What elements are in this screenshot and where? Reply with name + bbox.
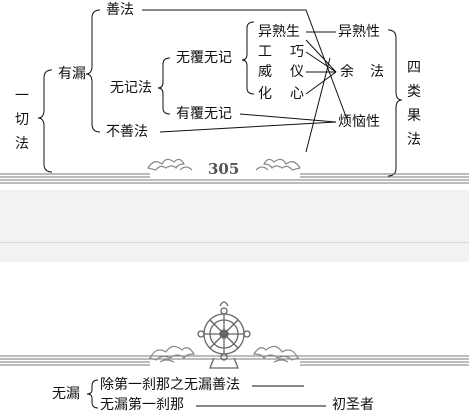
line-to-residual-4 [305,71,337,95]
label-unwholesome: 不善法 [106,124,148,140]
result-ripened: 异熟性 [338,24,380,40]
item-ripened-born: 异熟生 [258,24,300,40]
four-results-label: 四类果法 [407,60,421,148]
result-afflicted: 烦恼性 [338,114,380,130]
line-good [142,9,349,123]
root-label: 一切法 [15,88,29,152]
cloud-ornament-icon [149,345,196,363]
item-craft-right: 巧 [290,44,304,60]
brace-no-outflow [86,379,99,409]
result-residual-right: 法 [370,64,384,80]
cloud-ornament-icon [252,345,299,363]
label-outflow: 有漏 [58,66,86,82]
item-deport-left: 威 [258,64,272,80]
line-unwholesome [159,121,337,133]
page-top: 一切法 有漏 善法 无记法 不善法 无覆无记 有覆无记 异熟生 工 巧 威 仪 … [0,0,469,190]
brace-unobscured [241,21,255,95]
label-neutral: 无记法 [110,80,152,96]
line-obscured [239,113,337,123]
cloud-ornament-icon [255,158,301,171]
item-first-moment: 无漏第一刹那 [100,397,184,413]
item-no-outflow-good: 除第一刹那之无漏善法 [100,377,240,393]
line-to-residual-1 [305,39,337,73]
item-first-saint: 初圣者 [332,397,374,413]
brace-root [37,69,53,173]
brace-four-results [387,29,403,177]
label-good: 善法 [106,2,134,18]
dharma-wheel-icon [197,301,251,369]
line-to-residual-2 [305,51,337,73]
label-no-outflow: 无漏 [52,386,80,402]
page-bottom: 无漏 除第一刹那之无漏善法 无漏第一刹那 初圣者 [0,262,469,418]
page-number: 305 [208,160,240,178]
label-unobscured: 无覆无记 [176,50,232,66]
item-transform-right: 心 [290,86,304,102]
result-residual-left: 余 [340,64,354,80]
cloud-ornament-icon [147,158,193,171]
item-deport-right: 仪 [290,64,304,80]
brace-outflow [85,9,101,133]
item-craft-left: 工 [258,44,272,60]
item-transform-left: 化 [258,86,272,102]
brace-neutral [157,57,171,115]
label-obscured: 有覆无记 [176,106,232,122]
page-gap [0,190,469,262]
